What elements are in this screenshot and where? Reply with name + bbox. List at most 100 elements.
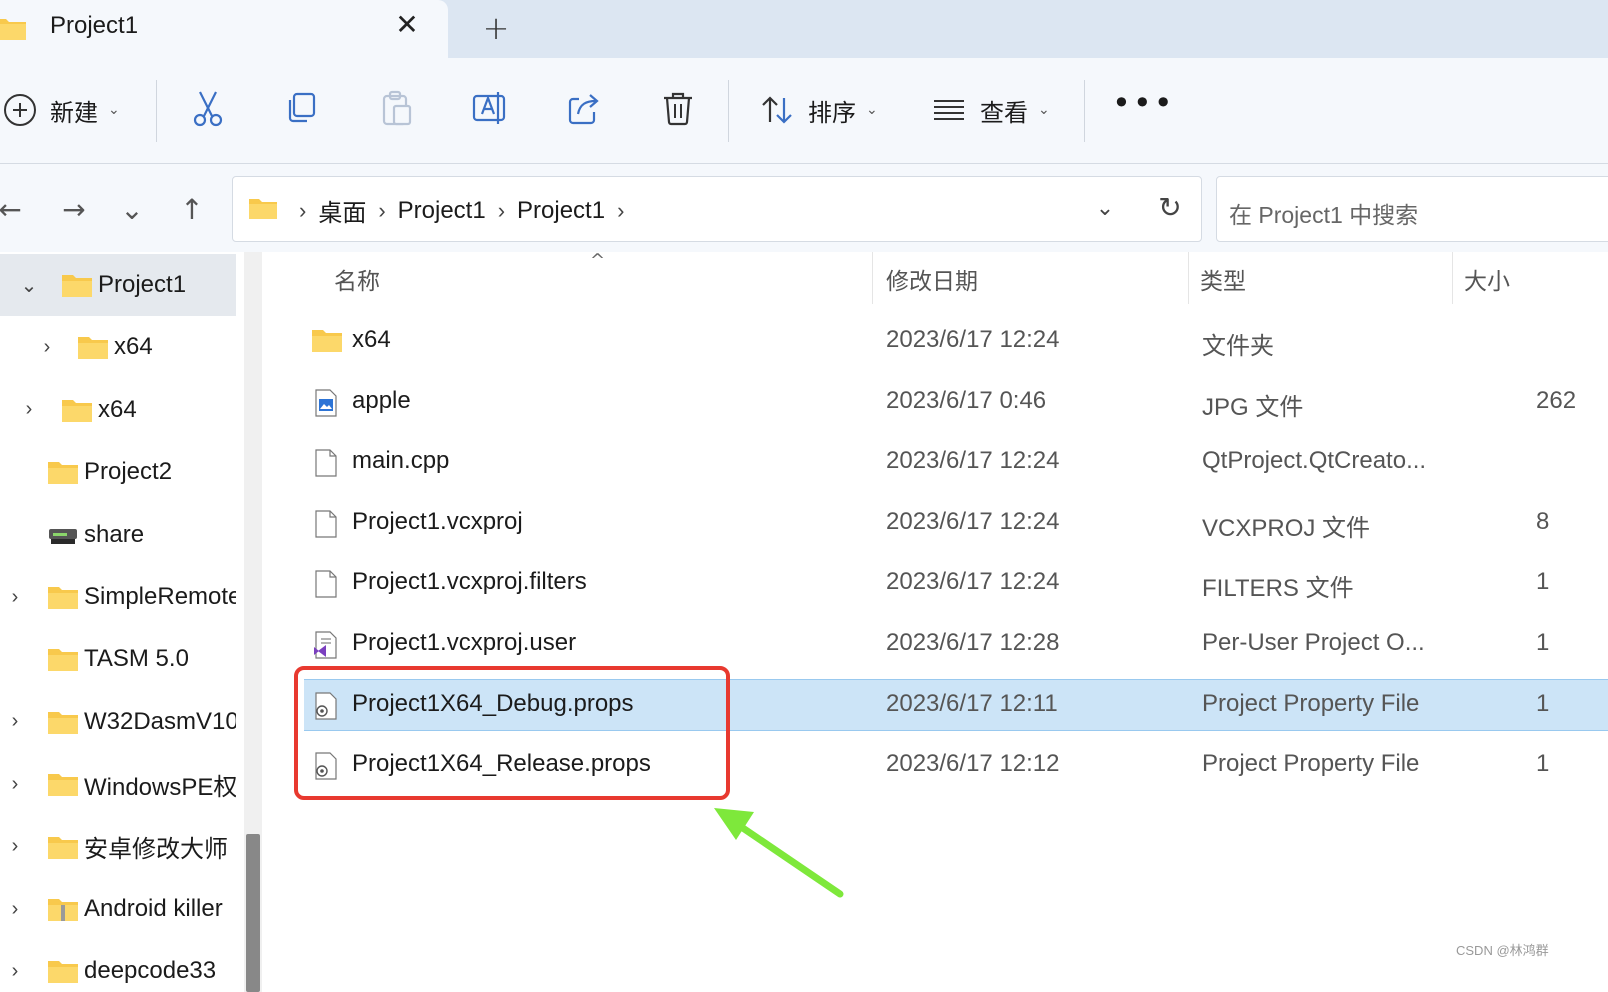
file-name: apple (352, 386, 411, 414)
chevron-right-icon[interactable]: › (617, 198, 624, 224)
search-box[interactable]: 在 Project1 中搜索 (1216, 176, 1608, 242)
image-file-icon (312, 388, 340, 417)
sort-button[interactable]: 排序 ⌄ (760, 90, 878, 130)
column-header-date[interactable]: 修改日期 (886, 262, 978, 296)
file-row[interactable]: Project1.vcxproj.user 2023/6/17 12:28 Per-… (304, 619, 1608, 671)
file-row[interactable]: main.cpp 2023/6/17 12:24 QtProject.QtCreat… (304, 437, 1608, 489)
share-icon[interactable] (564, 88, 604, 128)
tab-project1[interactable]: Project1 ✕ (0, 0, 448, 58)
sidebar-item[interactable]: › W32DasmV10 (0, 691, 236, 753)
chevron-right-icon[interactable]: › (378, 198, 385, 224)
navigation-pane: ⌄ Project1 › x64 › x64 Project2 share › SimpleRem… (0, 252, 236, 992)
breadcrumb-item-project1-current[interactable]: Project1 (517, 197, 605, 225)
sidebar-item[interactable]: ⌄ Project1 (0, 254, 236, 316)
up-button[interactable]: ↑ (174, 192, 210, 228)
network-drive-icon (48, 523, 78, 547)
search-input[interactable]: 在 Project1 中搜索 (1229, 196, 1418, 230)
chevron-right-icon[interactable]: › (4, 835, 26, 858)
file-icon (312, 449, 340, 477)
column-header-type[interactable]: 类型 (1200, 262, 1246, 296)
sidebar-item[interactable]: › 安卓修改大师 (0, 816, 236, 878)
sidebar-item-label: share (84, 520, 145, 548)
chevron-right-icon[interactable]: › (4, 898, 26, 921)
forward-button[interactable]: → (56, 192, 92, 228)
sidebar-item[interactable]: share (0, 504, 236, 566)
delete-icon[interactable] (658, 88, 698, 128)
sidebar-item-label: x64 (98, 395, 137, 423)
sidebar-item[interactable]: › x64 (0, 316, 236, 378)
tab-close-button[interactable]: ✕ (390, 8, 424, 42)
visual-studio-file-icon (312, 630, 340, 659)
chevron-down-icon: ⌄ (1038, 102, 1050, 118)
sidebar-item[interactable]: Project2 (0, 441, 236, 503)
chevron-right-icon[interactable]: › (4, 710, 26, 733)
scrollbar-thumb[interactable] (246, 834, 260, 992)
breadcrumb-item-desktop[interactable]: 桌面 (318, 193, 366, 228)
file-size: 1 (1536, 749, 1550, 777)
sidebar-item[interactable]: › deepcode33 (0, 940, 236, 992)
sidebar-item[interactable]: › WindowsPE权 (0, 753, 236, 815)
chevron-right-icon[interactable]: › (4, 960, 26, 983)
chevron-down-icon[interactable]: ⌄ (18, 273, 40, 298)
column-divider[interactable] (1452, 252, 1453, 304)
sidebar-item[interactable]: TASM 5.0 (0, 628, 236, 690)
file-row[interactable]: Project1.vcxproj 2023/6/17 12:24 VCXPROJ 文… (304, 498, 1608, 550)
file-size: 1 (1536, 690, 1550, 717)
file-type: Project Property File (1202, 690, 1420, 717)
folder-icon (249, 199, 277, 219)
chevron-right-icon[interactable]: › (18, 398, 40, 421)
refresh-button[interactable]: ↻ (1153, 191, 1187, 225)
file-size: 1 (1536, 628, 1550, 656)
sidebar-item[interactable]: › Android killer (0, 878, 236, 940)
rename-icon[interactable] (470, 88, 510, 128)
view-button[interactable]: 查看 ⌄ (932, 90, 1050, 130)
sort-label: 排序 (808, 98, 856, 127)
address-bar[interactable]: › 桌面 › Project1 › Project1 › ⌄ ↻ (232, 176, 1202, 242)
more-options-button[interactable]: ••• (1112, 87, 1173, 128)
copy-icon[interactable] (282, 88, 322, 128)
navigation-bar: ← → ⌄ ↑ › 桌面 › Project1 › Project1 › ⌄ ↻… (0, 164, 1608, 252)
folder-icon (48, 959, 78, 984)
file-modified-date: 2023/6/17 12:24 (886, 568, 1060, 595)
file-modified-date: 2023/6/17 12:24 (886, 326, 1060, 353)
address-dropdown-button[interactable]: ⌄ (1089, 193, 1121, 225)
sidebar-scrollbar[interactable] (244, 252, 262, 992)
sort-icon (762, 96, 792, 124)
file-row[interactable]: x64 2023/6/17 12:24 文件夹 (304, 316, 1608, 368)
sidebar-item[interactable]: › SimpleRemote (0, 566, 236, 628)
column-header-name[interactable]: 名称 (334, 262, 380, 296)
file-row[interactable]: apple 2023/6/17 0:46 JPG 文件 262 (304, 377, 1608, 429)
column-header-size[interactable]: 大小 (1464, 262, 1510, 296)
column-divider[interactable] (1188, 252, 1189, 304)
new-button[interactable]: 新建 ⌄ (4, 90, 120, 130)
file-size: 1 (1536, 568, 1550, 595)
cut-icon[interactable] (188, 88, 228, 128)
file-modified-date: 2023/6/17 12:28 (886, 628, 1060, 656)
sidebar-item[interactable]: › x64 (0, 379, 236, 441)
watermark: CSDN @林鸿群 (1456, 943, 1549, 958)
folder-icon (62, 398, 92, 422)
new-tab-button[interactable]: + (478, 10, 514, 46)
tab-bar: Project1 ✕ + (0, 0, 1608, 58)
folder-icon (312, 328, 342, 356)
file-row[interactable]: Project1.vcxproj.filters 2023/6/17 12:24 F… (304, 558, 1608, 610)
sidebar-item-label: W32DasmV10 (84, 707, 236, 735)
chevron-right-icon: › (299, 197, 307, 223)
breadcrumb-item-project1[interactable]: Project1 (398, 197, 486, 225)
list-view-icon (934, 100, 964, 120)
back-button[interactable]: ← (0, 192, 28, 228)
sidebar-item-label: 安卓修改大师 (84, 836, 228, 864)
chevron-right-icon[interactable]: › (498, 198, 505, 224)
file-icon (312, 570, 340, 598)
file-type: VCXPROJ 文件 (1202, 514, 1371, 542)
sidebar-item-label: Project2 (84, 458, 173, 486)
sidebar-item-label: x64 (114, 333, 153, 361)
command-bar: 新建 ⌄ 排序 ⌄ 查看 ⌄ ••• (0, 58, 1608, 164)
column-divider[interactable] (872, 252, 873, 304)
chevron-right-icon[interactable]: › (4, 586, 26, 609)
chevron-right-icon[interactable]: › (4, 773, 26, 796)
toolbar-divider (1084, 80, 1085, 142)
recent-locations-button[interactable]: ⌄ (114, 192, 150, 228)
chevron-right-icon[interactable]: › (36, 336, 58, 359)
folder-icon (48, 710, 78, 734)
